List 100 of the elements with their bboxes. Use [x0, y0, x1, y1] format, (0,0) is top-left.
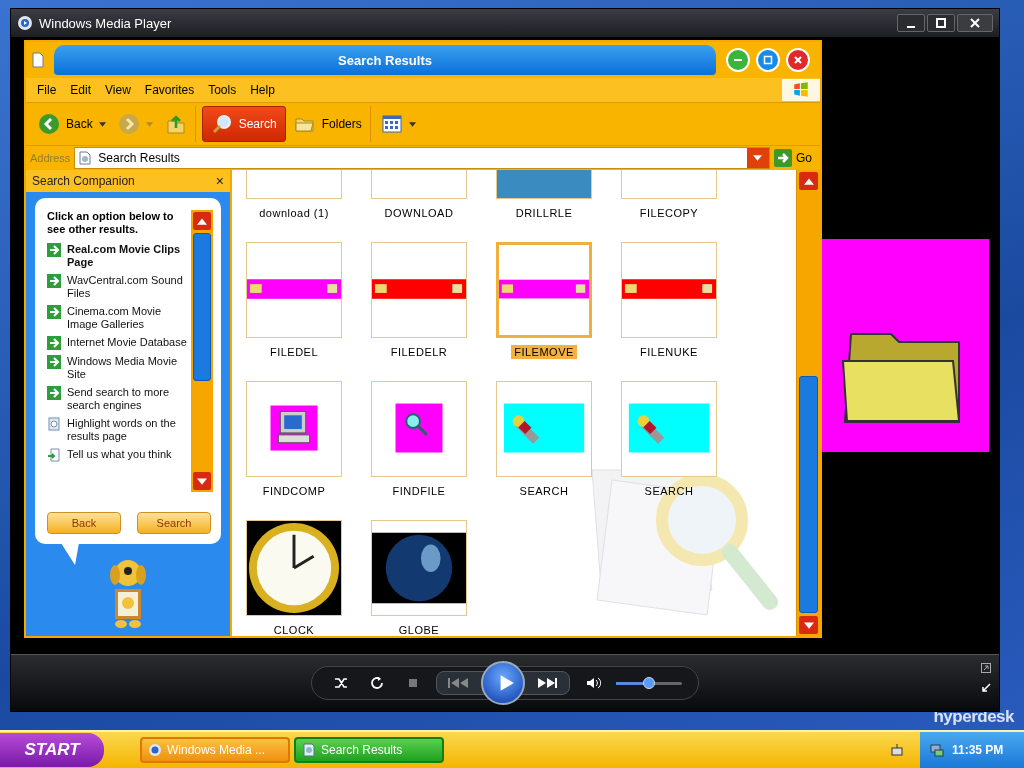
scroll-down-icon[interactable]: [803, 621, 814, 629]
file-name[interactable]: FILEDEL: [266, 345, 322, 359]
play-button[interactable]: [481, 661, 525, 705]
file-name[interactable]: FILECOPY: [636, 206, 702, 220]
file-thumbnail[interactable]: [621, 242, 717, 338]
file-thumbnail[interactable]: [246, 381, 342, 477]
file-name[interactable]: FINDCOMP: [259, 484, 329, 498]
file-thumbnail[interactable]: [246, 242, 342, 338]
search-button[interactable]: Search: [201, 106, 286, 142]
pane-button[interactable]: Back: [47, 512, 121, 534]
keyboard-icon[interactable]: [890, 743, 904, 757]
search-option-link[interactable]: WavCentral.com Sound Files: [67, 274, 187, 300]
dropdown-caret-icon[interactable]: [753, 155, 763, 161]
folder-icon: [624, 284, 637, 293]
dropdown-caret-icon: [408, 121, 416, 127]
search-option-link[interactable]: Windows Media Movie Site: [67, 355, 187, 381]
search-option-link[interactable]: Real.com Movie Clips Page: [67, 243, 187, 269]
maximize-button[interactable]: [927, 14, 955, 32]
wallpaper-logo: hyperdesk: [933, 707, 1014, 727]
volume-thumb[interactable]: [643, 676, 655, 689]
file-name[interactable]: CLOCK: [270, 623, 318, 636]
scroll-up-icon[interactable]: [803, 177, 814, 185]
folder-icon: [575, 284, 586, 293]
window-title: Search Results: [338, 52, 432, 68]
speaker-icon: [585, 675, 601, 691]
network-icon[interactable]: [930, 743, 944, 757]
file-name[interactable]: FILENUKE: [637, 345, 701, 359]
minimize-button[interactable]: [897, 14, 925, 32]
window-title: Windows Media Player: [39, 15, 173, 31]
repeat-icon: [369, 675, 385, 691]
file-thumbnail[interactable]: [496, 381, 592, 477]
file-name[interactable]: SEARCH: [516, 484, 572, 498]
go-button[interactable]: Go: [774, 149, 816, 167]
search-option-link[interactable]: Send search to more search engines: [67, 386, 187, 412]
folder-icon: [249, 284, 262, 293]
start-button[interactable]: START: [0, 733, 104, 767]
previous-icon: [447, 676, 471, 690]
file-name[interactable]: SEARCH: [641, 484, 697, 498]
file-name[interactable]: GLOBE: [395, 623, 443, 636]
menu-item[interactable]: Tools: [201, 83, 244, 97]
file-name[interactable]: FILEDELR: [387, 345, 451, 359]
arrow-icon: [47, 243, 61, 257]
thumbnails-view-icon: [380, 113, 403, 135]
arrow-icon: [47, 336, 61, 350]
menu-item[interactable]: View: [98, 83, 138, 97]
file-name[interactable]: FINDFILE: [389, 484, 449, 498]
search-option-link[interactable]: Internet Movie Database: [67, 336, 187, 349]
file-thumbnail[interactable]: [371, 242, 467, 338]
back-button[interactable]: Back: [34, 106, 110, 142]
menu-item[interactable]: Edit: [63, 83, 99, 97]
folder-icon: [501, 284, 514, 293]
menu-item[interactable]: File: [30, 83, 64, 97]
shuffle-icon: [333, 675, 349, 691]
flashlight-icon: [637, 415, 665, 444]
arrow-icon: [47, 355, 61, 369]
globe-drawing: [385, 534, 453, 602]
file-thumbnail[interactable]: [496, 242, 592, 338]
pane-button[interactable]: Search: [137, 512, 211, 534]
computer-icon: [277, 410, 311, 444]
clock-text: 11:35 PM: [952, 743, 1004, 757]
scroll-up-icon[interactable]: [197, 217, 207, 225]
expand-icon[interactable]: [981, 663, 991, 673]
close-button[interactable]: ×: [215, 173, 224, 189]
arrow-icon: [47, 274, 61, 288]
minimize-icon: [907, 26, 915, 28]
maximize-icon: [936, 18, 946, 28]
scrollbar[interactable]: [796, 170, 820, 636]
search-icon: [210, 113, 233, 135]
pane-title: Search Companion: [32, 174, 135, 188]
file-name[interactable]: FILEMOVE: [511, 345, 577, 359]
flashlight-icon: [512, 415, 540, 444]
file-name[interactable]: DRILLRLE: [512, 206, 576, 220]
file-thumbnail[interactable]: [371, 520, 467, 616]
scroll-down-icon[interactable]: [197, 477, 207, 485]
file-name[interactable]: DOWNLOAD: [381, 206, 457, 220]
folder-up-icon: [164, 113, 187, 135]
file-thumbnail[interactable]: [621, 381, 717, 477]
scrollbar[interactable]: [191, 210, 213, 492]
folder-icon: [702, 284, 713, 293]
dropdown-caret-icon: [145, 121, 153, 127]
prompt-text: Click an option below to see other results.: [47, 210, 175, 236]
search-option-link[interactable]: Highlight words on the results page: [67, 417, 187, 443]
search-option-link[interactable]: Cinema.com Movie Image Galleries: [67, 305, 187, 331]
next-icon: [535, 676, 559, 690]
arrow-icon: [47, 386, 61, 400]
close-icon: [793, 55, 803, 65]
search-option-link[interactable]: Tell us what you think: [67, 448, 172, 461]
address-field[interactable]: Search Results: [74, 147, 770, 169]
close-button[interactable]: [957, 14, 993, 32]
file-name[interactable]: download (1): [256, 206, 332, 220]
folders-button[interactable]: Folders: [289, 106, 371, 142]
compact-mode-icon[interactable]: [981, 683, 991, 693]
dropdown-caret-icon: [98, 121, 106, 127]
file-thumbnail[interactable]: [371, 381, 467, 477]
folder-icon: [452, 284, 463, 293]
address-label: Address: [30, 152, 71, 164]
menu-item[interactable]: Favorites: [137, 83, 202, 97]
minimize-icon: [734, 59, 742, 61]
menu-item[interactable]: Help: [243, 83, 282, 97]
page-icon: [47, 417, 61, 431]
